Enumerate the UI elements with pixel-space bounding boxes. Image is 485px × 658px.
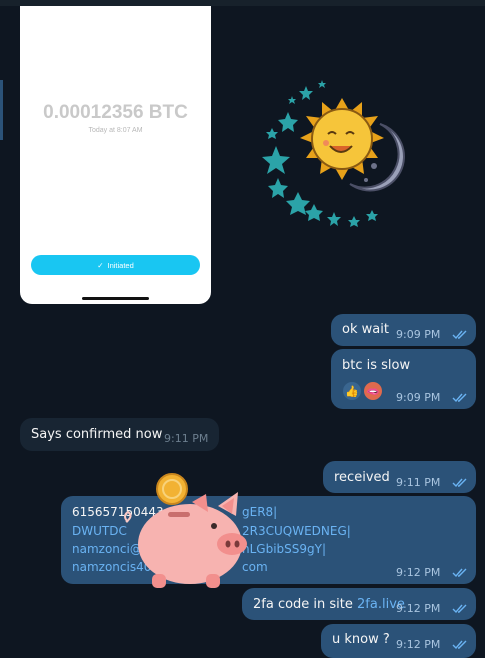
message-time: 9:09 PM bbox=[396, 328, 441, 341]
screenshot-time: Today at 8:07 AM bbox=[88, 127, 143, 134]
message-text: u know ? bbox=[332, 632, 390, 647]
double-check-icon bbox=[452, 393, 467, 403]
message-time: 9:12 PM bbox=[396, 566, 441, 579]
message-text: Says confirmed now bbox=[31, 427, 163, 442]
screenshot-status-pill: ✓ Initiated bbox=[31, 255, 200, 275]
message-time: 9:12 PM bbox=[396, 602, 441, 615]
message-line[interactable]: DWUTDC bbox=[72, 524, 127, 538]
double-check-icon bbox=[452, 640, 467, 650]
message-line[interactable]: 2R3CUQWEDNEG| bbox=[242, 524, 351, 538]
message-time: 9:12 PM bbox=[396, 638, 441, 651]
home-indicator bbox=[82, 297, 149, 300]
screenshot-status-label: Initiated bbox=[107, 260, 134, 270]
message-time: 9:11 PM bbox=[164, 432, 209, 445]
message-bubble[interactable]: btc is slow 👍 🫦 9:09 PM bbox=[331, 349, 476, 409]
piggy-bank-sticker[interactable] bbox=[120, 472, 255, 592]
message-bubble[interactable]: Says confirmed now 9:11 PM bbox=[20, 418, 219, 451]
message-text: received bbox=[334, 470, 390, 485]
message-text: ok wait bbox=[342, 322, 389, 337]
message-text: btc is slow bbox=[342, 358, 411, 373]
thumbs-up-reaction[interactable]: 👍 bbox=[343, 382, 361, 400]
sun-moon-sticker[interactable] bbox=[262, 76, 410, 228]
double-check-icon bbox=[452, 568, 467, 578]
message-time: 9:11 PM bbox=[396, 476, 441, 489]
message-text-part: 2fa code in site bbox=[253, 597, 358, 612]
message-bubble[interactable]: ok wait 9:09 PM bbox=[331, 314, 476, 346]
sidebar-edge bbox=[0, 80, 3, 140]
payment-screenshot-image[interactable]: 0.00012356 BTC Today at 8:07 AM ✓ Initia… bbox=[20, 6, 211, 304]
message-text: 2fa code in site 2fa.live bbox=[253, 597, 405, 612]
double-check-icon bbox=[452, 604, 467, 614]
double-check-icon bbox=[452, 330, 467, 340]
check-icon: ✓ bbox=[97, 260, 104, 270]
double-check-icon bbox=[452, 478, 467, 488]
lips-reaction[interactable]: 🫦 bbox=[364, 382, 382, 400]
screenshot-amount: 0.00012356 BTC bbox=[43, 102, 188, 123]
message-time: 9:09 PM bbox=[396, 391, 441, 404]
message-bubble[interactable]: 2fa code in site 2fa.live 9:12 PM bbox=[242, 588, 476, 620]
message-bubble[interactable]: received 9:11 PM bbox=[323, 461, 476, 493]
